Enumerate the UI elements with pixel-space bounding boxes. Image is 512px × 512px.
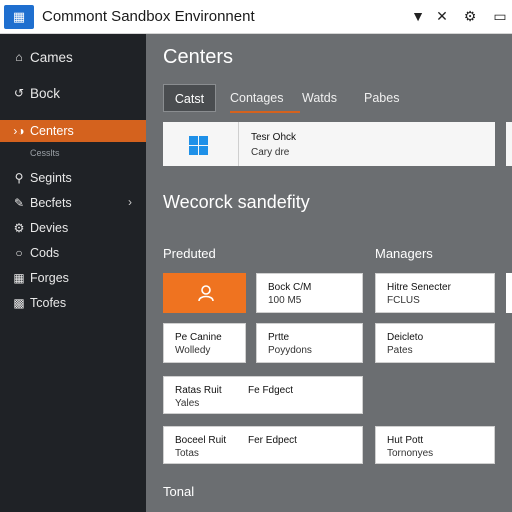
tile-title: Hut Pott [387,435,424,446]
tile-hut-pott[interactable]: Hut Pott Tornonyes [375,426,495,464]
tile-partial [506,273,512,313]
detail-card[interactable]: Tesr Ohck Cary dre [163,122,495,166]
tile-title: Hitre Senecter [387,282,451,293]
sidebar-item-devies[interactable]: ⚙ Devies [0,217,146,239]
tile-title: Pe Canine [175,332,222,343]
tile-detail: Fe Fdgect [248,385,294,396]
sidebar-item-label: Cames [30,50,73,65]
tile-prtte[interactable]: Prtte Poyydons [256,323,363,363]
card-divider [238,122,239,166]
sidebar-item-label: Cesslts [30,148,60,158]
tab-pabes[interactable]: Pabes [364,84,399,112]
chat-icon: ○ [15,246,23,260]
sidebar-item-tcofes[interactable]: ▩ Tcofes [0,292,146,314]
sidebar-item-forges[interactable]: ▦ Forges [0,267,146,289]
tile-ratas-ruit[interactable]: Ratas Ruit Yales Fe Fdgect [163,376,363,414]
sidebar-item-segints[interactable]: ⚲ Segints [0,167,146,189]
detail-card-partial [506,122,512,166]
tile-detail: Fer Edpect [248,435,297,446]
page-title: Centers [163,46,234,68]
tile-subtitle: Yales [175,398,200,409]
sidebar-item-cesslts[interactable]: Cesslts [0,142,146,158]
user-group-icon: ›◑ [13,124,25,138]
user-icon [196,283,216,303]
tile-title: Boceel Ruit [175,435,227,446]
tile-title: Bock C/M [268,282,312,293]
tile-title: Prtte [268,332,290,343]
settings-icon[interactable]: ⚙ [460,6,480,26]
sidebar-item-label: Forges [30,271,69,285]
sidebar-item-bock[interactable]: ↺ Bock [0,82,146,104]
tile-subtitle: 100 M5 [268,295,302,306]
footer-label: Tonal [163,484,195,499]
tile-pe-canine[interactable]: Pe Canine Wolledy [163,323,246,363]
active-tab-indicator [230,111,300,113]
sidebar: ⌂ Cames ↺ Bock ›◑ Centers Cesslts ⚲ Segi… [0,34,146,512]
tab-watds[interactable]: Watds [302,84,337,112]
tab-contages[interactable]: Contages [230,84,284,112]
tile-subtitle: Totas [175,448,199,459]
main-content: Centers Catst Contages Watds Pabes Tesr … [146,34,512,512]
chevron-right-icon[interactable]: › [128,195,132,209]
sidebar-item-label: Devies [30,221,69,235]
grid-icon: ▦ [13,271,25,285]
tile-title: Deicleto [387,332,424,343]
sidebar-item-label: Segints [30,171,72,185]
user-tile[interactable] [163,273,246,313]
tile-subtitle: Poyydons [268,345,312,356]
tile-title: Ratas Ruit [175,385,222,396]
sidebar-item-label: Cods [30,246,60,260]
left-heading: Preduted [163,246,216,261]
sidebar-item-becfets[interactable]: ✎ Becfets › [0,192,146,214]
tile-subtitle: Tornonyes [387,448,434,459]
restore-icon[interactable]: ▭ [490,6,510,26]
right-heading: Managers [375,246,433,261]
tile-hitre[interactable]: Hitre Senecter FCLUS [375,273,495,313]
app-logo-icon: ▦ [4,5,34,29]
tile-subtitle: FCLUS [387,295,420,306]
tile-boceel-ruit[interactable]: Boceel Ruit Totas Fer Edpect [163,426,363,464]
tile-subtitle: Pates [387,345,413,356]
window-title: Commont Sandbox Environnent [42,8,255,25]
windows-logo-icon [189,136,209,156]
sidebar-item-label: Centers [30,124,74,138]
dropdown-icon[interactable]: ▼ [408,6,428,26]
detail-line2: Cary dre [251,147,290,158]
tile-subtitle: Wolledy [175,345,211,356]
title-bar: ▦ Commont Sandbox Environnent ▼ ✕ ⚙ ▭ [0,0,512,34]
back-icon: ↺ [13,86,25,100]
section-title: Wecorck sandefity [163,192,310,212]
sidebar-item-cods[interactable]: ○ Cods [0,242,146,264]
tile-bock[interactable]: Bock C/M 100 M5 [256,273,363,313]
location-pin-icon: ⚲ [14,171,24,185]
detail-line1: Tesr Ohck [251,132,297,143]
sidebar-item-cames[interactable]: ⌂ Cames [0,46,146,68]
sidebar-item-label: Bock [30,86,61,101]
home-icon: ⌂ [15,50,23,64]
close-icon[interactable]: ✕ [432,6,452,26]
sidebar-item-label: Tcofes [30,296,67,310]
sidebar-item-label: Becfets [30,196,72,210]
tile-deicleto[interactable]: Deicleto Pates [375,323,495,363]
apps-icon: ▩ [13,296,25,310]
settings-icon: ⚙ [13,221,25,235]
tab-catst[interactable]: Catst [163,84,216,112]
sidebar-item-centers[interactable]: ›◑ Centers [0,120,146,142]
edit-icon: ✎ [13,196,25,210]
